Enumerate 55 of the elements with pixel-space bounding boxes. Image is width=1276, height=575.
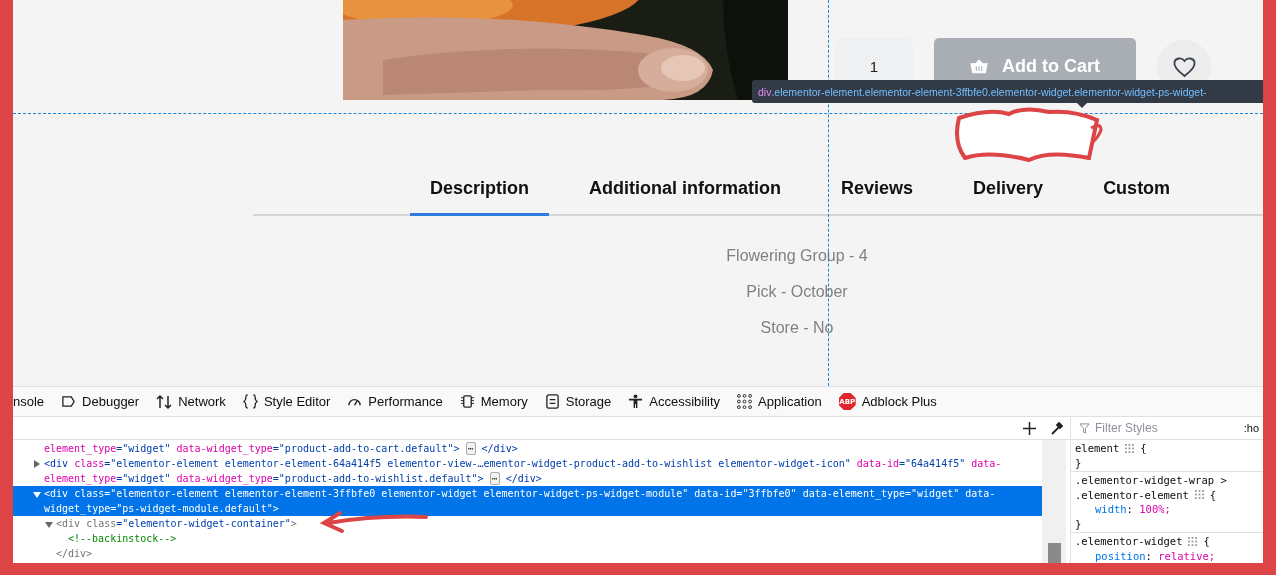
product-tab[interactable]: Reviews bbox=[821, 172, 934, 216]
brace: { bbox=[1140, 441, 1147, 456]
collapse-icon[interactable] bbox=[45, 522, 53, 528]
grid-icon bbox=[737, 394, 753, 409]
brace: } bbox=[1075, 516, 1082, 531]
css-selector: .elementor-widget bbox=[1075, 534, 1183, 549]
scrollbar[interactable] bbox=[1042, 440, 1066, 563]
filter-styles-field[interactable]: Filter Styles bbox=[1095, 421, 1239, 435]
product-tab[interactable]: Description bbox=[410, 172, 550, 216]
grid-icon[interactable] bbox=[1125, 443, 1135, 453]
filter-icon bbox=[1079, 422, 1090, 434]
markup-row[interactable]: <div class="elementor-widget-container"> bbox=[13, 516, 297, 531]
grid-icon[interactable] bbox=[1194, 490, 1204, 500]
devtools-tab[interactable]: Storage bbox=[544, 394, 612, 409]
product-tab[interactable]: Custom bbox=[1083, 172, 1191, 216]
markup-row[interactable]: </div> bbox=[13, 546, 93, 561]
devtools-tab[interactable]: Performance bbox=[347, 394, 443, 409]
css-declaration: width: 100%; bbox=[1095, 502, 1171, 517]
heart-icon bbox=[1171, 55, 1197, 78]
css-selector: .elementor-element bbox=[1075, 487, 1189, 502]
markup-row[interactable]: element_type="widget" data-widget_type="product-add-to-cart.default"> ⋯ </div> bbox=[13, 441, 518, 456]
arrows-icon bbox=[156, 393, 173, 410]
storage-icon bbox=[544, 394, 560, 409]
product-attribute: Store - No bbox=[760, 318, 834, 338]
brace: } bbox=[1075, 455, 1082, 470]
devtools-tab[interactable]: Application bbox=[737, 394, 822, 409]
devtools-tab[interactable]: Style Editor bbox=[242, 394, 331, 409]
basket-icon bbox=[970, 59, 988, 74]
css-declaration: position: relative; bbox=[1095, 548, 1216, 563]
eyedropper-icon[interactable] bbox=[1050, 421, 1064, 435]
person-icon bbox=[628, 394, 644, 409]
devtools-tab[interactable]: Accessibility bbox=[628, 394, 721, 409]
brace: { bbox=[1203, 534, 1210, 549]
tag-icon bbox=[61, 394, 77, 409]
pseudo-class-toggle[interactable]: :ho bbox=[1243, 422, 1259, 434]
element-tooltip: div.elementor-element.elementor-element-3ffbfe0.elementor-widget.elementor-widget-ps-widget- bbox=[752, 80, 1263, 103]
braces-icon bbox=[242, 394, 258, 409]
markup-row[interactable]: <div class="elementor-element elementor-element-64a414f5 elementor-view-…ementor-widget-product-add-to-wishlist elementor-widget-icon" data-id="64a414f5" data- element_type="widget" data-widget_type="product-add-to-wishlist.default"> ⋯ </div> bbox=[13, 456, 1002, 486]
plus-icon[interactable] bbox=[1023, 421, 1036, 435]
product-tab[interactable]: Delivery bbox=[953, 172, 1064, 216]
markup-row[interactable]: <div class="elementor-element elementor-element-3ffbfe0 elementor-widget elementor-widget-ps-widget-module" data-id="3ffbfe0" data-element_type="widget" data- widget_type="ps-widget-module.default"> bbox=[13, 486, 1042, 516]
markup-row[interactable]: <!--backinstock--> bbox=[13, 531, 177, 546]
brace: { bbox=[1209, 487, 1217, 502]
chip-icon bbox=[459, 394, 475, 409]
css-selector: .elementor-widget-wrap > bbox=[1075, 473, 1227, 488]
expand-icon[interactable] bbox=[34, 460, 40, 468]
product-attribute: Pick - October bbox=[746, 282, 848, 302]
devtools-tab[interactable]: Network bbox=[156, 393, 226, 410]
devtools-tab[interactable]: Memory bbox=[459, 394, 528, 409]
devtools-tab[interactable]: Debugger bbox=[61, 394, 140, 409]
product-tab[interactable]: Additional information bbox=[569, 172, 801, 216]
devtools-tab[interactable]: nsole bbox=[13, 394, 45, 409]
grid-icon[interactable] bbox=[1188, 536, 1198, 546]
css-selector: element bbox=[1075, 441, 1120, 456]
product-attribute: Flowering Group - 4 bbox=[726, 246, 868, 266]
